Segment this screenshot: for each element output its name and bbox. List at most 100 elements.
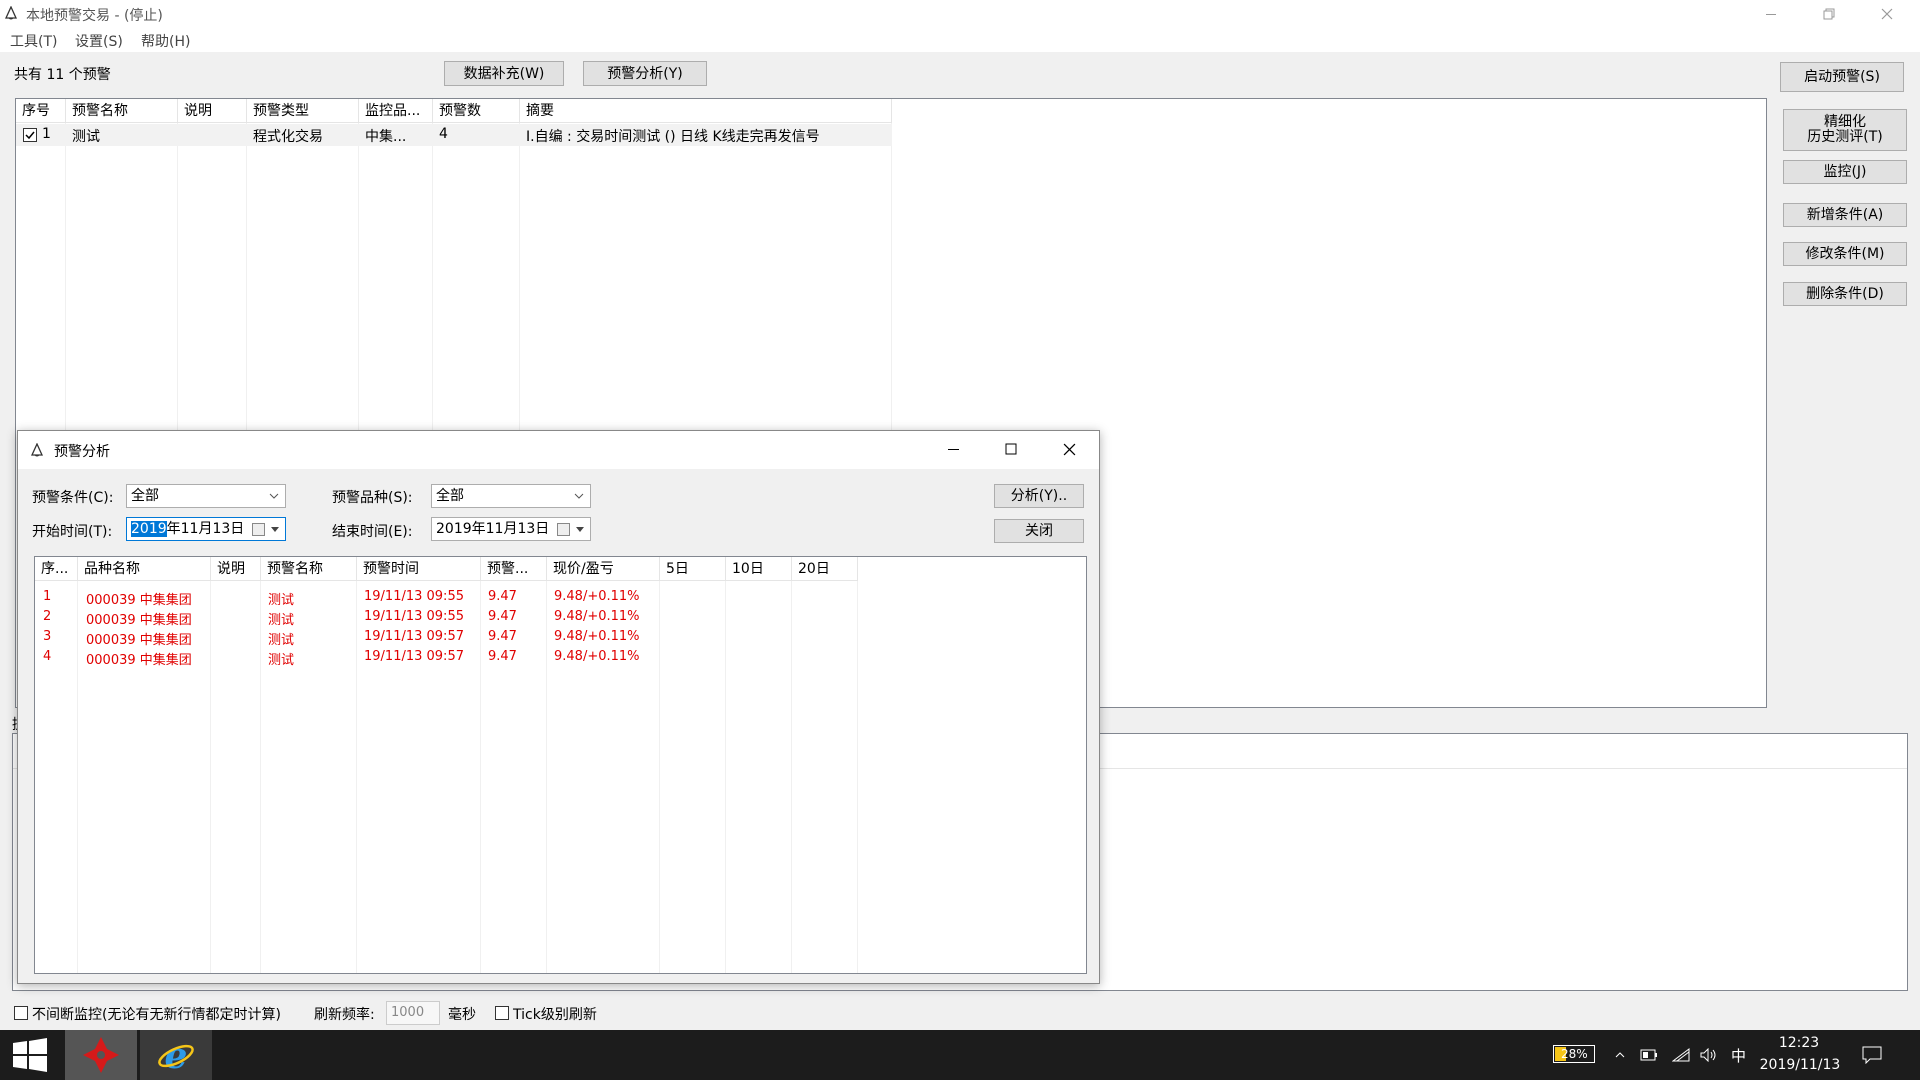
- power-icon[interactable]: [1640, 1049, 1658, 1061]
- result-alert-name: 测试: [268, 613, 295, 628]
- row-checkbox[interactable]: [23, 128, 37, 142]
- battery-indicator[interactable]: 28%: [1553, 1045, 1595, 1063]
- start-date-picker[interactable]: 2019年11月13日: [126, 517, 286, 541]
- result-alert-price: 9.47: [488, 589, 517, 604]
- variety-select[interactable]: 全部: [431, 484, 591, 508]
- data-fill-button[interactable]: 数据补充(W): [444, 61, 564, 86]
- minimize-button[interactable]: [1748, 0, 1794, 28]
- maximize-icon: [1005, 443, 1017, 455]
- row-alert-name: 测试: [72, 129, 100, 145]
- row-summary: I.自编 : 交易时间测试 () 日线 K线走完再发信号: [526, 129, 820, 145]
- dialog-close-action-button[interactable]: 关闭: [994, 519, 1084, 543]
- result-row[interactable]: 1 000039 中集集团 测试 19/11/13 09:55 9.47 9.4…: [35, 589, 1086, 609]
- title-bar: 本地预警交易 - (停止): [0, 0, 1920, 28]
- cond-label: 预警条件(C):: [32, 490, 114, 506]
- continuous-monitor-checkbox[interactable]: [14, 1006, 28, 1020]
- col-alert-price[interactable]: 预警...: [481, 557, 547, 581]
- calendar-icon: [557, 523, 570, 536]
- col-price-pnl[interactable]: 现价/盈亏: [547, 557, 660, 581]
- clock-time[interactable]: 12:23: [1759, 1035, 1839, 1051]
- chevron-down-icon: [576, 527, 584, 532]
- dialog-minimize-button[interactable]: [930, 435, 976, 463]
- result-seq: 4: [43, 649, 52, 664]
- window-title: 本地预警交易 - (停止): [26, 8, 163, 24]
- delete-condition-button[interactable]: 删除条件(D): [1783, 282, 1907, 306]
- calendar-icon: [252, 523, 265, 536]
- add-condition-button[interactable]: 新增条件(A): [1783, 203, 1907, 227]
- menu-help[interactable]: 帮助(H): [141, 31, 190, 51]
- monitor-button[interactable]: 监控(J): [1783, 160, 1907, 184]
- col-alert-name[interactable]: 预警名称: [261, 557, 357, 581]
- minimize-icon: [1766, 13, 1776, 15]
- result-alert-time: 19/11/13 09:55: [364, 589, 464, 604]
- result-alert-name: 测试: [268, 593, 295, 608]
- start-alert-button[interactable]: 启动预警(S): [1780, 62, 1904, 92]
- chevron-down-icon: [574, 493, 584, 499]
- col-index[interactable]: 序号: [16, 99, 66, 123]
- chevron-down-icon: [269, 493, 279, 499]
- taskbar-app-trading[interactable]: [65, 1030, 137, 1080]
- start-button[interactable]: [0, 1030, 60, 1080]
- menu-settings[interactable]: 设置(S): [75, 31, 123, 51]
- end-date-picker[interactable]: 2019年11月13日: [431, 517, 591, 541]
- refresh-rate-input[interactable]: 1000: [386, 1001, 440, 1025]
- wifi-icon[interactable]: [1672, 1048, 1690, 1062]
- taskbar-app-ie[interactable]: e: [140, 1030, 212, 1080]
- result-alert-name: 测试: [268, 633, 295, 648]
- close-window-button[interactable]: [1864, 0, 1910, 28]
- dialog-close-button[interactable]: [1046, 435, 1092, 463]
- cond-select[interactable]: 全部: [126, 484, 286, 508]
- show-hidden-icons-icon[interactable]: [1615, 1052, 1625, 1058]
- internet-explorer-icon: e: [158, 1035, 194, 1075]
- result-price-pnl: 9.48/+0.11%: [554, 649, 640, 664]
- result-variety: 000039 中集集团: [86, 613, 192, 628]
- col-note[interactable]: 说明: [211, 557, 261, 581]
- windows-logo-icon: [13, 1038, 47, 1072]
- result-alert-time: 19/11/13 09:57: [364, 649, 464, 664]
- checkmark-icon: [25, 131, 35, 140]
- col-summary[interactable]: 摘要: [520, 99, 892, 123]
- result-variety: 000039 中集集团: [86, 633, 192, 648]
- row-alert-count: 4: [439, 126, 448, 142]
- alert-analysis-button[interactable]: 预警分析(Y): [583, 61, 707, 86]
- col-20d[interactable]: 20日: [792, 557, 858, 581]
- result-price-pnl: 9.48/+0.11%: [554, 629, 640, 644]
- notification-center-icon[interactable]: [1862, 1046, 1882, 1064]
- variety-label: 预警品种(S):: [332, 490, 413, 506]
- dialog-maximize-button[interactable]: [988, 435, 1034, 463]
- table-row[interactable]: 1 测试 程式化交易 中集... 4 I.自编 : 交易时间测试 () 日线 K…: [16, 124, 892, 146]
- col-seq[interactable]: 序...: [35, 557, 78, 581]
- col-monitored-variety[interactable]: 监控品...: [359, 99, 433, 123]
- result-seq: 2: [43, 609, 52, 624]
- result-price-pnl: 9.48/+0.11%: [554, 609, 640, 624]
- result-row[interactable]: 3 000039 中集集团 测试 19/11/13 09:57 9.47 9.4…: [35, 629, 1086, 649]
- history-eval-button[interactable]: 精细化 历史测评(T): [1783, 109, 1907, 151]
- result-price-pnl: 9.48/+0.11%: [554, 589, 640, 604]
- menu-bar: 工具(T) 设置(S) 帮助(H): [0, 28, 1920, 52]
- col-description[interactable]: 说明: [178, 99, 247, 123]
- menu-tools[interactable]: 工具(T): [10, 31, 57, 51]
- result-seq: 3: [43, 629, 52, 644]
- col-10d[interactable]: 10日: [726, 557, 792, 581]
- result-row[interactable]: 2 000039 中集集团 测试 19/11/13 09:55 9.47 9.4…: [35, 609, 1086, 629]
- continuous-monitor-label: 不间断监控(无论有无新行情都定时计算): [32, 1007, 281, 1023]
- volume-icon[interactable]: [1700, 1048, 1718, 1062]
- col-alert-name[interactable]: 预警名称: [66, 99, 178, 123]
- minimize-icon: [947, 448, 959, 450]
- result-row[interactable]: 4 000039 中集集团 测试 19/11/13 09:57 9.47 9.4…: [35, 649, 1086, 669]
- col-5d[interactable]: 5日: [660, 557, 726, 581]
- col-alert-type[interactable]: 预警类型: [247, 99, 359, 123]
- modify-condition-button[interactable]: 修改条件(M): [1783, 242, 1907, 266]
- result-variety: 000039 中集集团: [86, 653, 192, 668]
- taskbar: e 28% 中 12:23 2019/11/13: [0, 1030, 1920, 1080]
- col-variety-name[interactable]: 品种名称: [78, 557, 211, 581]
- result-seq: 1: [43, 589, 52, 604]
- col-alert-count[interactable]: 预警数: [433, 99, 520, 123]
- ime-indicator[interactable]: 中: [1731, 1045, 1746, 1066]
- restore-button[interactable]: [1806, 0, 1852, 28]
- clock-date[interactable]: 2019/11/13: [1755, 1057, 1845, 1073]
- tick-refresh-label: Tick级别刷新: [513, 1007, 597, 1023]
- col-alert-time[interactable]: 预警时间: [357, 557, 481, 581]
- analyze-button[interactable]: 分析(Y)..: [994, 484, 1084, 508]
- tick-refresh-checkbox[interactable]: [495, 1006, 509, 1020]
